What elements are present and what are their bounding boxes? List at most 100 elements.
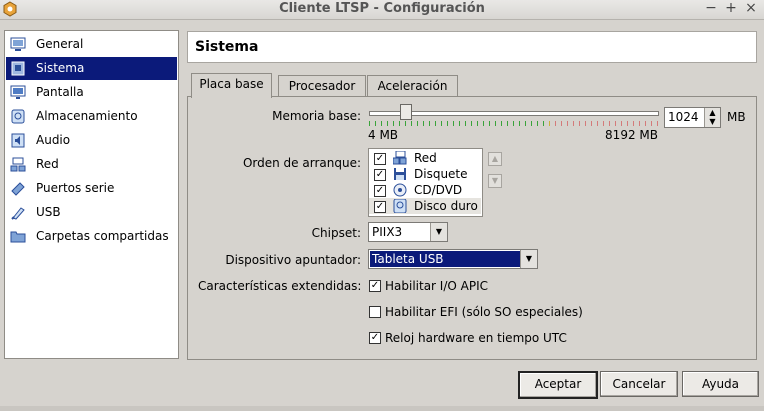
cancel-button[interactable]: Cancelar: [600, 371, 678, 397]
settings-category-list: General Sistema Pantalla Almacenamiento …: [4, 30, 179, 359]
sidebar-item-audio[interactable]: Audio: [6, 129, 177, 152]
slider-tick: [513, 121, 514, 126]
tab-acceleration[interactable]: Aceleración: [367, 75, 458, 97]
extended-features-label: Características extendidas:: [198, 279, 362, 293]
boot-floppy-checkbox[interactable]: ✓: [374, 169, 386, 181]
memory-spin-arrows[interactable]: ▲ ▼: [704, 108, 720, 127]
boot-item-floppy[interactable]: ✓ Disquete: [369, 166, 481, 182]
slider-tick: [627, 121, 628, 126]
boot-cd-dvd-checkbox[interactable]: ✓: [374, 185, 386, 197]
title-bar: Cliente LTSP - Configuración − + ×: [0, 0, 764, 20]
close-button[interactable]: ×: [742, 0, 760, 16]
slider-tick: [573, 121, 574, 126]
cd-dvd-icon: [393, 183, 407, 197]
memory-slider-handle[interactable]: [400, 104, 412, 120]
audio-icon: [11, 133, 25, 148]
memory-spinbox[interactable]: 1024 ▲ ▼: [664, 107, 721, 128]
system-chip-icon: [11, 61, 25, 76]
slider-tick: [399, 121, 400, 126]
slider-tick: [645, 121, 646, 126]
serial-port-icon: [11, 182, 25, 196]
sidebar-item-general[interactable]: General: [6, 33, 177, 56]
minimize-button[interactable]: −: [702, 0, 720, 16]
sidebar-item-system[interactable]: Sistema: [6, 57, 177, 80]
slider-tick: [597, 121, 598, 126]
sidebar-item-network[interactable]: Red: [6, 153, 177, 176]
shared-folder-icon: [10, 231, 26, 243]
sidebar-item-shared-folders[interactable]: Carpetas compartidas: [6, 225, 177, 248]
section-heading: Sistema: [187, 31, 757, 63]
pointing-device-label: Dispositivo apuntador:: [225, 253, 361, 267]
slider-tick: [501, 121, 502, 126]
usb-icon: [11, 207, 25, 220]
io-apic-option[interactable]: ✓ Habilitar I/O APIC: [369, 279, 488, 293]
slider-tick: [633, 121, 634, 126]
general-icon: [10, 37, 26, 51]
slider-tick: [405, 121, 406, 126]
memory-label: Memoria base:: [272, 109, 361, 123]
memory-value: 1024: [668, 110, 699, 124]
slider-tick: [555, 121, 556, 126]
slider-tick: [603, 121, 604, 126]
slider-tick: [615, 121, 616, 126]
slider-tick: [483, 121, 484, 126]
boot-network-checkbox[interactable]: ✓: [374, 153, 386, 165]
boot-item-network[interactable]: ✓ Red: [369, 150, 481, 166]
chevron-down-icon: ▼: [520, 250, 537, 268]
boot-hard-disk-checkbox[interactable]: ✓: [374, 201, 386, 213]
boot-item-hard-disk[interactable]: ✓ Disco duro: [369, 198, 481, 214]
utc-clock-checkbox[interactable]: ✓: [369, 331, 381, 344]
slider-tick: [531, 121, 532, 126]
storage-icon: [11, 109, 25, 124]
tab-motherboard[interactable]: Placa base: [191, 73, 272, 98]
slider-tick: [441, 121, 442, 126]
slider-tick: [393, 121, 394, 126]
slider-tick: [651, 121, 652, 126]
window-title: Cliente LTSP - Configuración: [279, 1, 485, 16]
accept-button[interactable]: Aceptar: [518, 371, 598, 399]
utc-clock-option[interactable]: ✓ Reloj hardware en tiempo UTC: [369, 331, 567, 345]
network-icon: [393, 151, 407, 165]
slider-tick: [621, 121, 622, 126]
slider-tick: [579, 121, 580, 126]
efi-checkbox[interactable]: [369, 305, 381, 318]
chipset-select[interactable]: PIIX3 ▼: [368, 222, 448, 242]
sidebar-item-storage[interactable]: Almacenamiento: [6, 105, 177, 128]
help-button[interactable]: Ayuda: [682, 371, 759, 397]
slider-tick: [489, 121, 490, 126]
slider-tick: [369, 121, 370, 126]
slider-tick: [561, 121, 562, 126]
slider-tick: [381, 121, 382, 126]
slider-tick: [411, 121, 412, 126]
slider-tick: [429, 121, 430, 126]
maximize-button[interactable]: +: [722, 0, 740, 16]
boot-order-list: ✓ Red ✓ Disquete ✓ CD/DVD ✓ Disco duro: [368, 148, 483, 217]
memory-slider-scale: [369, 121, 659, 127]
page-title: Sistema: [195, 39, 259, 55]
boot-move-down-button[interactable]: ▼: [488, 174, 502, 188]
memory-slider-track[interactable]: [369, 111, 659, 116]
slider-tick: [459, 121, 460, 126]
floppy-icon: [394, 168, 406, 180]
slider-tick: [417, 121, 418, 126]
sidebar-item-serial-ports[interactable]: Puertos serie: [6, 177, 177, 200]
memory-max-label: 8192 MB: [605, 128, 658, 142]
efi-option[interactable]: Habilitar EFI (sólo SO especiales): [369, 305, 583, 319]
slider-tick: [543, 121, 544, 126]
boot-item-cd-dvd[interactable]: ✓ CD/DVD: [369, 182, 481, 198]
slider-tick: [567, 121, 568, 126]
window-bottom-border: [0, 406, 764, 411]
slider-tick: [465, 121, 466, 126]
chipset-label: Chipset:: [311, 226, 361, 240]
slider-tick: [387, 121, 388, 126]
tab-processor[interactable]: Procesador: [278, 75, 366, 97]
io-apic-checkbox[interactable]: ✓: [369, 279, 381, 292]
slider-tick: [375, 121, 376, 126]
slider-tick: [639, 121, 640, 126]
sidebar-item-display[interactable]: Pantalla: [6, 81, 177, 104]
boot-move-up-button[interactable]: ▲: [488, 152, 502, 166]
slider-tick: [549, 121, 550, 126]
slider-tick: [525, 121, 526, 126]
pointing-device-select[interactable]: Tableta USB ▼: [368, 249, 538, 269]
sidebar-item-usb[interactable]: USB: [6, 201, 177, 224]
